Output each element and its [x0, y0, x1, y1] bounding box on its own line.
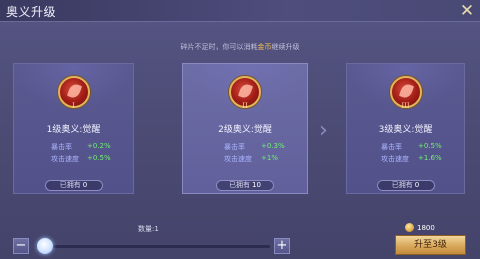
wing-shape: [237, 82, 254, 100]
quantity-label: 数量:1: [138, 225, 159, 233]
wing-shape: [398, 82, 414, 100]
close-icon[interactable]: ✕: [457, 1, 477, 21]
wing-shape: [66, 82, 82, 100]
owned-badge: 已拥有 10: [216, 180, 274, 191]
owned-badge: 已拥有 0: [44, 180, 103, 191]
level-card-3[interactable]: III 3级奥义:觉醒 暴击率 +0.5% 攻击速度 +1.6% 已拥有 0: [346, 63, 465, 194]
card-name: 2级奥义:觉醒: [218, 125, 272, 135]
level-numeral: II: [242, 102, 248, 110]
stat-value: +1.6%: [418, 154, 442, 162]
stat-label: 暴击率: [51, 143, 72, 151]
dialog-header: 奥义升级 ✕: [0, 0, 480, 22]
quantity-plus-button[interactable]: +: [274, 238, 290, 254]
owned-label: 已拥有: [229, 181, 251, 189]
cost-amount: 1800: [417, 224, 435, 232]
level-numeral: III: [401, 102, 410, 110]
hint-before: 碎片不足时，你可以消耗: [180, 43, 258, 51]
chevron-right-icon: ›: [319, 118, 328, 143]
upgrade-dialog: 奥义升级 ✕ 碎片不足时，你可以消耗金币继续升级 I 1级奥义:觉醒 暴击率 +…: [0, 0, 480, 259]
owned-count: 0: [82, 181, 88, 189]
stat-value: +0.5%: [418, 142, 442, 150]
level-card-2[interactable]: II 2级奥义:觉醒 暴击率 +0.3% 攻击速度 +1% 已拥有 10: [182, 63, 308, 194]
stat-value: +0.2%: [87, 142, 111, 150]
owned-count: 0: [414, 181, 420, 189]
card-name: 1级奥义:觉醒: [46, 125, 101, 135]
hint-after: 继续升级: [271, 43, 300, 51]
stat-label: 暴击率: [381, 143, 402, 151]
owned-label: 已拥有: [59, 181, 81, 189]
hint-text: 碎片不足时，你可以消耗金币继续升级: [0, 42, 480, 52]
stat-label: 攻击速度: [224, 155, 252, 163]
owned-count: 10: [252, 181, 261, 189]
level-card-1[interactable]: I 1级奥义:觉醒 暴击率 +0.2% 攻击速度 +0.5% 已拥有 0: [13, 63, 134, 194]
quantity-slider-track[interactable]: [36, 245, 270, 248]
upgrade-button[interactable]: 升至3级: [395, 235, 466, 255]
stat-label: 攻击速度: [51, 155, 79, 163]
stat-value: +1%: [261, 154, 278, 162]
quantity-slider-handle[interactable]: [37, 238, 53, 254]
hint-gold: 金币: [257, 43, 272, 51]
owned-badge: 已拥有 0: [376, 180, 435, 191]
gold-coin-icon: [405, 223, 414, 232]
stat-value: +0.5%: [87, 154, 111, 162]
stat-value: +0.3%: [261, 142, 285, 150]
quantity-minus-button[interactable]: −: [13, 238, 29, 254]
owned-label: 已拥有: [391, 181, 413, 189]
dialog-title: 奥义升级: [6, 5, 57, 19]
stat-label: 攻击速度: [381, 155, 409, 163]
card-name: 3级奥义:觉醒: [378, 125, 433, 135]
level-numeral: I: [72, 102, 75, 110]
cost-display: 1800: [405, 223, 435, 232]
stat-label: 暴击率: [224, 143, 245, 151]
